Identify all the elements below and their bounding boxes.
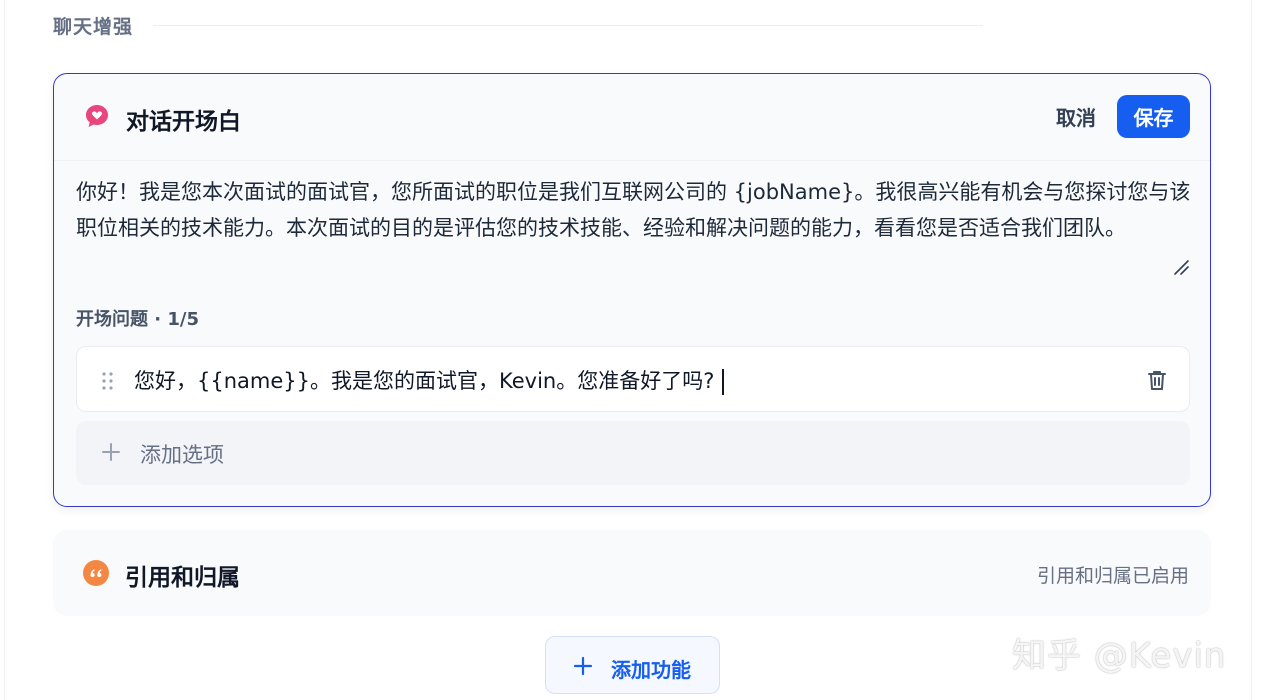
opening-question-text: 您好，{{name}}。我是您的面试官，Kevin。您准备好了吗? [134,369,715,393]
citation-status: 引用和归属已启用 [1036,565,1189,587]
opener-title: 对话开场白 [126,109,241,135]
quote-icon [83,560,109,586]
opener-intro-textarea[interactable]: 你好！我是您本次面试的面试官，您所面试的职位是我们互联网公司的 {jobName… [76,174,1191,246]
opening-question-item[interactable]: 您好，{{name}}。我是您的面试官，Kevin。您准备好了吗? [76,346,1190,412]
watermark: 知乎 @Kevin [1012,636,1227,676]
cancel-button[interactable]: 取消 [1056,102,1096,131]
plus-icon [102,443,120,461]
settings-panel: 聊天增强 对话开场白 取消 保存 你好！我是您本次面试的面试官，您所面试的职位是… [4,0,1252,700]
add-option-label: 添加选项 [140,443,224,467]
opening-questions-label: 开场问题 · 1/5 [76,309,199,330]
opening-question-input[interactable]: 您好，{{name}}。我是您的面试官，Kevin。您准备好了吗? [134,365,725,395]
opener-card-header: 对话开场白 取消 保存 [54,74,1210,161]
section-divider [153,25,983,26]
plus-icon [573,656,593,676]
citation-title: 引用和归属 [125,565,240,591]
text-caret [722,369,725,395]
trash-icon[interactable] [1145,368,1169,392]
add-feature-label: 添加功能 [611,658,691,682]
resize-handle-icon[interactable] [1172,258,1190,276]
drag-handle-icon[interactable] [101,371,115,391]
conversation-opener-card: 对话开场白 取消 保存 你好！我是您本次面试的面试官，您所面试的职位是我们互联网… [53,73,1211,507]
save-button[interactable]: 保存 [1117,95,1190,138]
section-title: 聊天增强 [53,16,134,38]
citation-card[interactable]: 引用和归属 引用和归属已启用 [53,530,1211,616]
add-feature-button[interactable]: 添加功能 [545,636,720,694]
chat-bubble-heart-icon [86,105,108,127]
add-option-button[interactable]: 添加选项 [76,421,1190,485]
section-header: 聊天增强 [53,12,983,39]
